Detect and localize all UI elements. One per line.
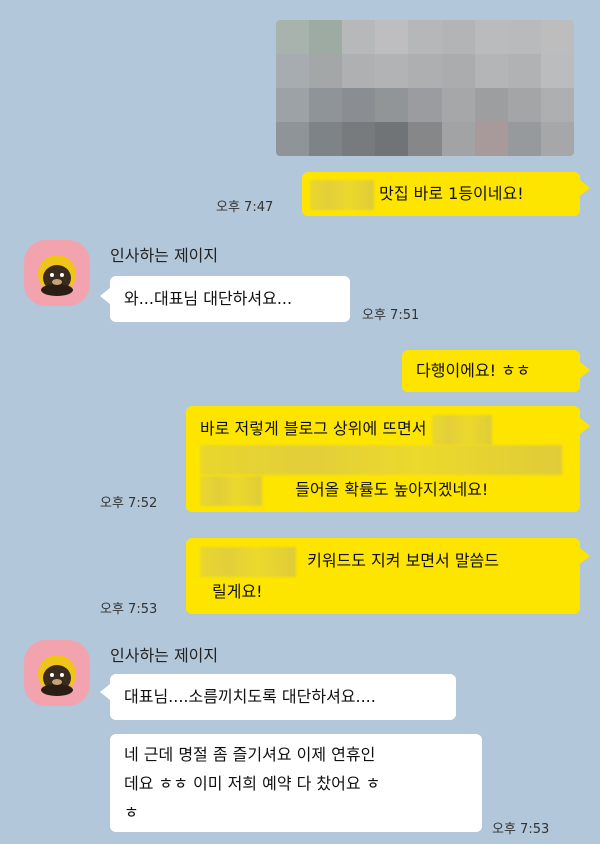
message-line: 바로 저렇게 블로그 상위에 뜨면서 [200, 414, 566, 445]
message-time: 오후 7:53 [492, 822, 550, 837]
message-text: 들어올 확률도 높아지겠네요! [295, 480, 489, 499]
other-message-bubble[interactable]: 네 근데 명절 좀 즐기셔요 이제 연휴인 데요 ㅎㅎ 이미 저희 예약 다 찼… [110, 734, 482, 832]
shared-photo-blurred[interactable] [276, 20, 574, 156]
sender-name: 인사하는 제이지 [110, 646, 219, 665]
message-line: 릴게요! [200, 577, 566, 607]
avatar[interactable] [24, 640, 90, 706]
message-time: 오후 7:51 [362, 308, 420, 323]
message-time: 오후 7:53 [100, 602, 158, 617]
character-avatar-icon [38, 255, 76, 296]
my-message-bubble[interactable]: 키워드도 지켜 보면서 말씀드 릴게요! [186, 538, 580, 614]
message-text: 맛집 바로 1등이네요! [379, 184, 524, 203]
message-line [200, 445, 566, 475]
my-message-bubble[interactable]: 다행이에요! ㅎㅎ [402, 350, 580, 392]
sender-name: 인사하는 제이지 [110, 246, 219, 265]
bubble-tail [580, 180, 590, 196]
message-line: ㅎ [124, 803, 139, 822]
bubble-tail [580, 362, 590, 378]
bubble-tail [100, 288, 110, 304]
my-message-bubble[interactable]: 맛집 바로 1등이네요! [302, 172, 580, 216]
blurred-text [200, 546, 296, 577]
message-line: 들어올 확률도 높아지겠네요! [200, 475, 566, 506]
blurred-text [200, 445, 562, 475]
message-time: 오후 7:52 [100, 496, 158, 511]
message-text: 와...대표님 대단하셔요... [124, 289, 293, 308]
message-line: 네 근데 명절 좀 즐기셔요 이제 연휴인 [124, 745, 376, 764]
blurred-text [200, 475, 262, 506]
message-text: 대표님....소름끼치도록 대단하셔요.... [124, 687, 376, 706]
message-text: 키워드도 지켜 보면서 말씀드 [307, 551, 499, 570]
other-message-bubble[interactable]: 와...대표님 대단하셔요... [110, 276, 350, 322]
message-text: 다행이에요! ㅎㅎ [416, 361, 531, 380]
bubble-tail [580, 418, 590, 434]
message-time: 오후 7:47 [216, 200, 274, 215]
blurred-text [310, 179, 374, 210]
my-message-bubble[interactable]: 바로 저렇게 블로그 상위에 뜨면서 들어올 확률도 높아지겠네요! [186, 406, 580, 512]
bubble-tail [100, 684, 110, 700]
message-text: 릴게요! [212, 581, 263, 601]
bubble-tail [580, 548, 590, 564]
message-line: 키워드도 지켜 보면서 말씀드 [200, 546, 566, 577]
avatar[interactable] [24, 240, 90, 306]
message-line: 데요 ㅎㅎ 이미 저희 예약 다 찼어요 ㅎ [124, 774, 381, 793]
other-message-bubble[interactable]: 대표님....소름끼치도록 대단하셔요.... [110, 674, 456, 720]
blurred-text [431, 414, 492, 445]
message-text: 바로 저렇게 블로그 상위에 뜨면서 [200, 419, 427, 438]
character-avatar-icon [38, 655, 76, 696]
